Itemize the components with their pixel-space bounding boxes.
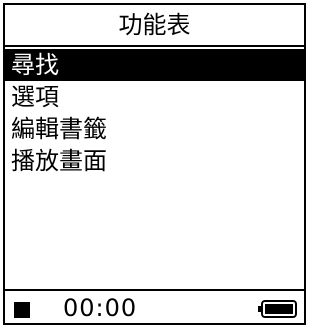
status-bar: 00:00 <box>5 289 304 325</box>
stop-icon <box>14 302 30 318</box>
battery-full-icon <box>258 300 297 318</box>
playback-time: 00:00 <box>63 294 138 322</box>
menu-item-options[interactable]: 選項 <box>5 81 304 113</box>
menu-item-playback-screen[interactable]: 播放畫面 <box>5 145 304 177</box>
menu-window: 功能表 尋找 選項 編輯書籤 播放畫面 00:00 <box>3 3 306 325</box>
menu-item-edit-bookmarks[interactable]: 編輯書籤 <box>5 113 304 145</box>
device-screen: 功能表 尋找 選項 編輯書籤 播放畫面 00:00 <box>0 0 309 328</box>
battery-fill <box>265 304 293 314</box>
page-title: 功能表 <box>5 5 304 47</box>
function-menu: 尋找 選項 編輯書籤 播放畫面 <box>5 49 304 177</box>
menu-item-search[interactable]: 尋找 <box>5 49 304 81</box>
